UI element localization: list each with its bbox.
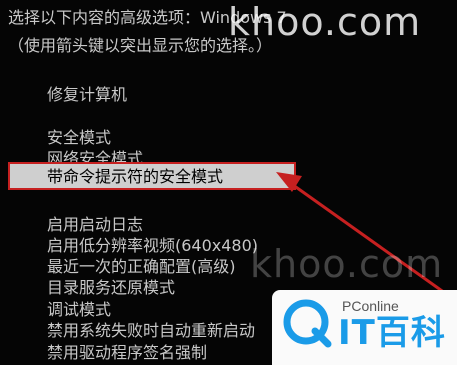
pconline-circle-icon — [283, 299, 332, 348]
logo-brand-large: IT百科 — [338, 313, 446, 353]
pconline-logo: PConline IT百科 — [272, 290, 457, 365]
watermark-site-text-faint: khoo.com — [250, 242, 444, 286]
advanced-boot-options-screen: 选择以下内容的高级选项：Windows 7 （使用箭头键以突出显示您的选择。） … — [0, 0, 457, 365]
watermark-site-text: khoo.com — [228, 0, 422, 44]
